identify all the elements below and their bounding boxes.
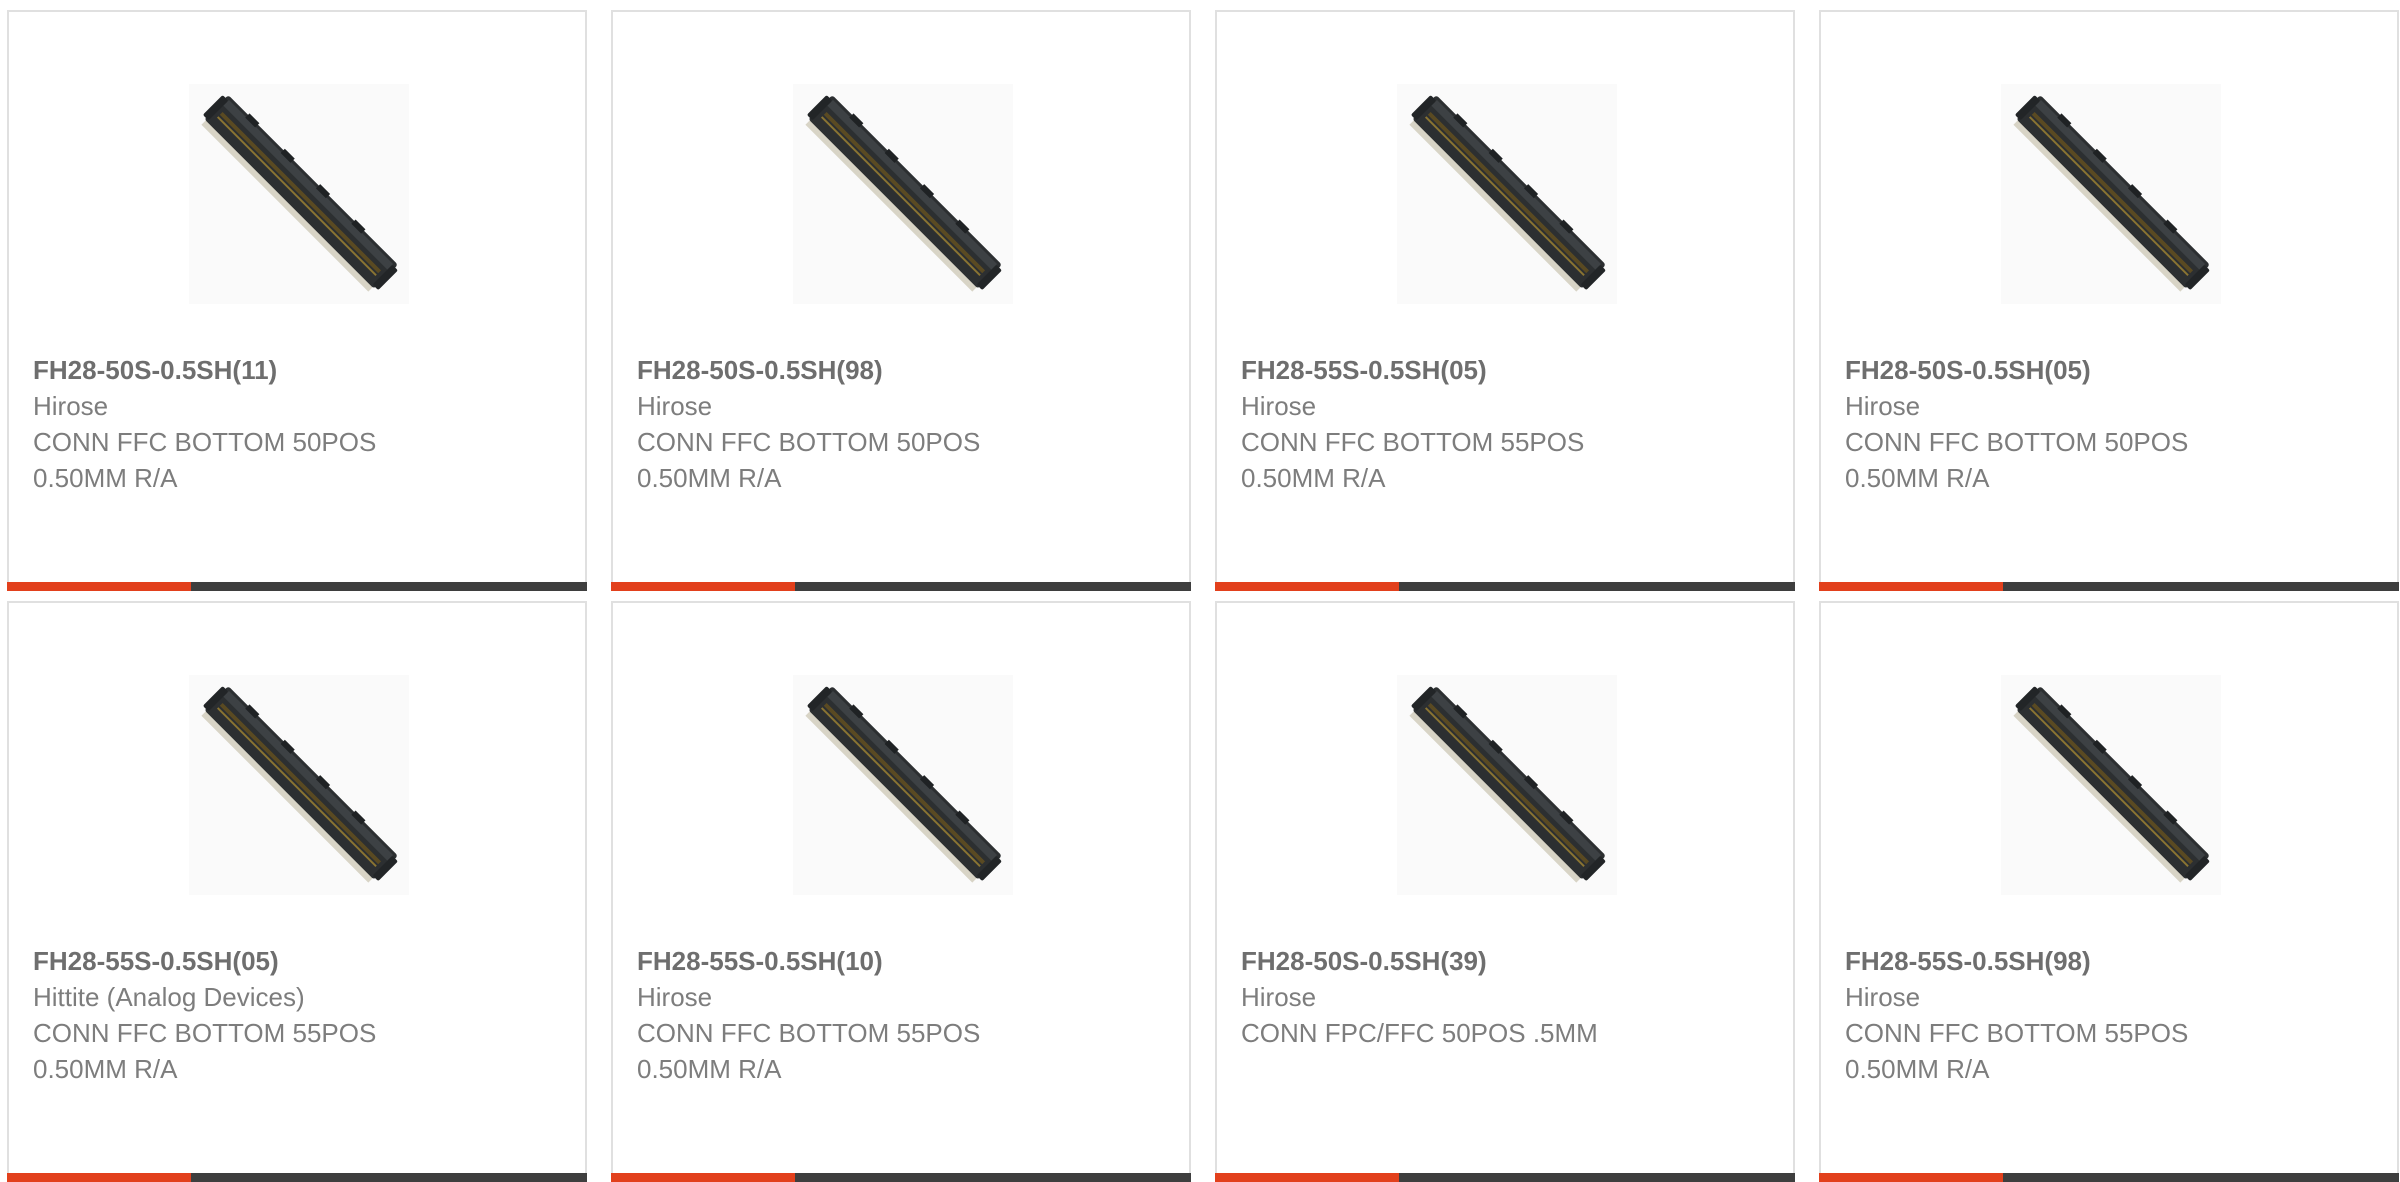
- part-number-link[interactable]: FH28-50S-0.5SH(98): [637, 352, 1157, 388]
- product-description: CONN FFC BOTTOM 55POS 0.50MM R/A: [33, 1018, 377, 1084]
- product-description: CONN FFC BOTTOM 50POS 0.50MM R/A: [637, 427, 981, 493]
- card-bottom-bar: [1215, 582, 1795, 591]
- part-number-link[interactable]: FH28-50S-0.5SH(11): [33, 352, 553, 388]
- manufacturer: Hirose: [1241, 982, 1317, 1012]
- card-bottom-bar: [611, 1173, 1191, 1182]
- product-card[interactable]: FH28-50S-0.5SH(11) Hirose CONN FFC BOTTO…: [7, 10, 587, 591]
- card-bottom-bar: [1819, 1173, 2399, 1182]
- manufacturer: Hirose: [1845, 982, 1921, 1012]
- product-grid: FH28-50S-0.5SH(11) Hirose CONN FFC BOTTO…: [7, 10, 2399, 1182]
- part-number-link[interactable]: FH28-55S-0.5SH(05): [33, 943, 553, 979]
- product-card[interactable]: FH28-50S-0.5SH(05) Hirose CONN FFC BOTTO…: [1819, 10, 2399, 591]
- card-bottom-bar: [1215, 1173, 1795, 1182]
- product-info: FH28-50S-0.5SH(98) Hirose CONN FFC BOTTO…: [637, 352, 1157, 496]
- card-bottom-bar: [611, 582, 1191, 591]
- manufacturer: Hirose: [1241, 391, 1317, 421]
- part-number-link[interactable]: FH28-55S-0.5SH(98): [1845, 943, 2365, 979]
- product-description: CONN FPC/FFC 50POS .5MM: [1241, 1018, 1598, 1048]
- product-info: FH28-50S-0.5SH(11) Hirose CONN FFC BOTTO…: [33, 352, 553, 496]
- product-description: CONN FFC BOTTOM 55POS 0.50MM R/A: [1241, 427, 1585, 493]
- product-card[interactable]: FH28-55S-0.5SH(98) Hirose CONN FFC BOTTO…: [1819, 601, 2399, 1182]
- product-info: FH28-55S-0.5SH(98) Hirose CONN FFC BOTTO…: [1845, 943, 2365, 1087]
- manufacturer: Hittite (Analog Devices): [33, 982, 305, 1012]
- part-number-link[interactable]: FH28-55S-0.5SH(05): [1241, 352, 1761, 388]
- card-bottom-bar: [1819, 582, 2399, 591]
- product-card[interactable]: FH28-50S-0.5SH(39) Hirose CONN FPC/FFC 5…: [1215, 601, 1795, 1182]
- product-card[interactable]: FH28-55S-0.5SH(05) Hirose CONN FFC BOTTO…: [1215, 10, 1795, 591]
- manufacturer: Hirose: [33, 391, 109, 421]
- product-info: FH28-55S-0.5SH(10) Hirose CONN FFC BOTTO…: [637, 943, 1157, 1087]
- ffc-connector-image[interactable]: [1397, 675, 1617, 895]
- product-info: FH28-50S-0.5SH(39) Hirose CONN FPC/FFC 5…: [1241, 943, 1761, 1051]
- product-description: CONN FFC BOTTOM 50POS 0.50MM R/A: [1845, 427, 2189, 493]
- ffc-connector-image[interactable]: [793, 84, 1013, 304]
- ffc-connector-image[interactable]: [793, 675, 1013, 895]
- product-description: CONN FFC BOTTOM 50POS 0.50MM R/A: [33, 427, 377, 493]
- ffc-connector-image[interactable]: [2001, 84, 2221, 304]
- ffc-connector-image[interactable]: [2001, 675, 2221, 895]
- part-number-link[interactable]: FH28-50S-0.5SH(39): [1241, 943, 1761, 979]
- manufacturer: Hirose: [637, 391, 713, 421]
- card-bottom-bar: [7, 582, 587, 591]
- product-card[interactable]: FH28-55S-0.5SH(05) Hittite (Analog Devic…: [7, 601, 587, 1182]
- ffc-connector-image[interactable]: [189, 84, 409, 304]
- product-card[interactable]: FH28-55S-0.5SH(10) Hirose CONN FFC BOTTO…: [611, 601, 1191, 1182]
- product-info: FH28-55S-0.5SH(05) Hittite (Analog Devic…: [33, 943, 553, 1087]
- part-number-link[interactable]: FH28-55S-0.5SH(10): [637, 943, 1157, 979]
- product-description: CONN FFC BOTTOM 55POS 0.50MM R/A: [637, 1018, 981, 1084]
- product-info: FH28-55S-0.5SH(05) Hirose CONN FFC BOTTO…: [1241, 352, 1761, 496]
- product-info: FH28-50S-0.5SH(05) Hirose CONN FFC BOTTO…: [1845, 352, 2365, 496]
- ffc-connector-image[interactable]: [1397, 84, 1617, 304]
- product-card[interactable]: FH28-50S-0.5SH(98) Hirose CONN FFC BOTTO…: [611, 10, 1191, 591]
- product-description: CONN FFC BOTTOM 55POS 0.50MM R/A: [1845, 1018, 2189, 1084]
- card-bottom-bar: [7, 1173, 587, 1182]
- manufacturer: Hirose: [637, 982, 713, 1012]
- part-number-link[interactable]: FH28-50S-0.5SH(05): [1845, 352, 2365, 388]
- manufacturer: Hirose: [1845, 391, 1921, 421]
- ffc-connector-image[interactable]: [189, 675, 409, 895]
